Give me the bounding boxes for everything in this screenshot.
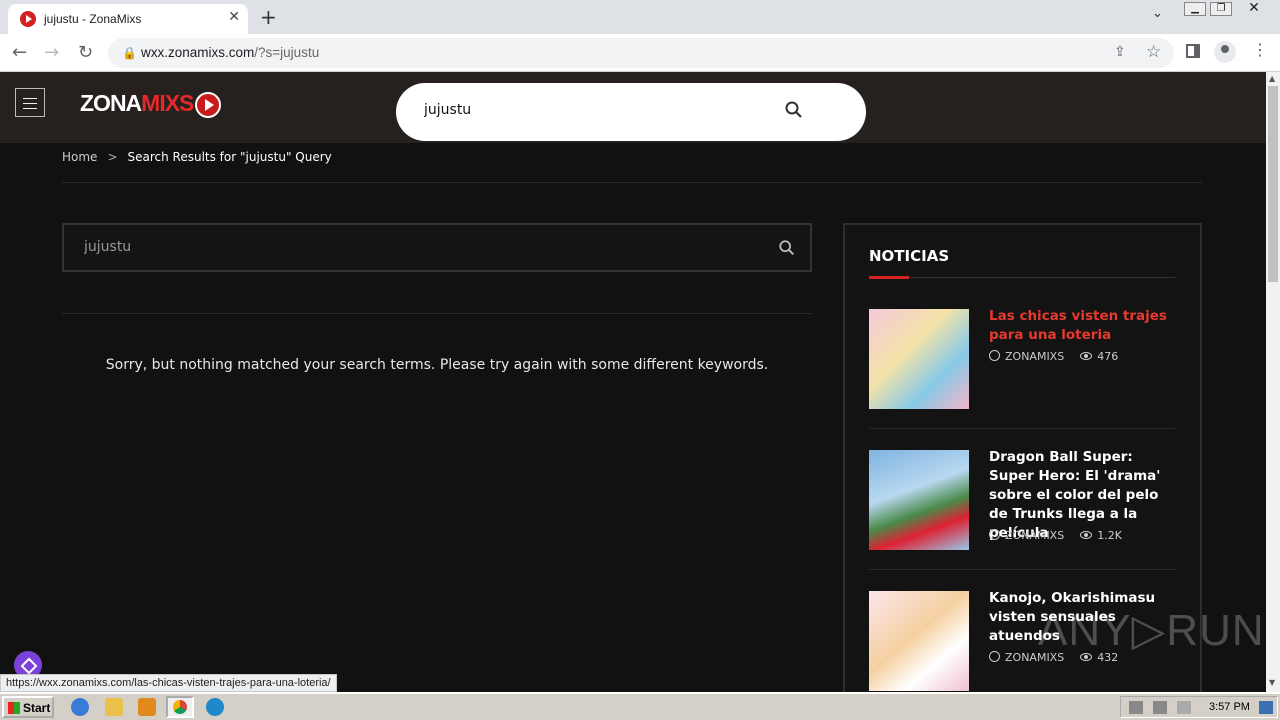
anyrun-watermark: ANY▷RUN xyxy=(1038,606,1265,655)
divider xyxy=(869,277,1175,278)
media-player-icon[interactable] xyxy=(138,698,156,716)
bookmark-star-icon[interactable]: ☆ xyxy=(1146,42,1161,62)
news-post: Dragon Ball Super: Super Hero: El 'drama… xyxy=(869,449,1175,570)
start-label: Start xyxy=(23,701,51,715)
post-thumbnail[interactable] xyxy=(869,309,969,409)
youtube-favicon-icon xyxy=(20,11,36,27)
browser-tab-strip: jujustu - ZonaMixs ✕ + ⌄ ▁ ❐ ✕ xyxy=(0,0,1280,34)
windows-flag-icon xyxy=(8,702,20,714)
taskbar: Start 3:57 PM xyxy=(0,692,1280,720)
breadcrumb-current: Search Results for "jujustu" Query xyxy=(127,150,332,164)
start-button[interactable]: Start xyxy=(2,696,54,718)
tab-search-chevron-icon[interactable]: ⌄ xyxy=(1152,6,1163,21)
eye-icon xyxy=(1080,352,1093,360)
logo-text-accent: MIXS xyxy=(141,90,194,116)
reload-icon[interactable]: ↻ xyxy=(78,42,93,63)
no-results-message: Sorry, but nothing matched your search t… xyxy=(105,357,769,373)
tab-close-icon[interactable]: ✕ xyxy=(228,9,240,25)
link-preview-status: https://wxx.zonamixs.com/las-chicas-vist… xyxy=(0,674,337,692)
user-icon xyxy=(989,651,1000,662)
news-post: Las chicas visten trajes para una loteri… xyxy=(869,307,1175,429)
show-desktop-icon[interactable] xyxy=(1259,701,1273,714)
user-icon xyxy=(989,350,1000,361)
network-icon[interactable] xyxy=(1153,701,1167,714)
divider xyxy=(62,313,812,314)
post-views: 1.2K xyxy=(1097,529,1122,542)
lock-icon[interactable]: 🔒 xyxy=(122,46,137,60)
page-scrollbar[interactable]: ▲ ▼ xyxy=(1266,72,1280,692)
edge-icon[interactable] xyxy=(206,698,224,716)
browser-toolbar: ← → ↻ 🔒 wxx.zonamixs.com/?s=jujustu ⇪ ☆ … xyxy=(0,34,1280,72)
breadcrumb-home-link[interactable]: Home xyxy=(62,150,97,164)
hamburger-menu-icon[interactable] xyxy=(15,88,45,117)
file-explorer-icon[interactable] xyxy=(105,698,123,716)
browser-tab[interactable]: jujustu - ZonaMixs ✕ xyxy=(8,4,248,34)
divider xyxy=(62,182,1202,183)
header-search-box xyxy=(396,83,866,141)
site-header: ZONAMIXS xyxy=(0,72,1266,143)
profile-avatar-icon[interactable] xyxy=(1214,41,1236,63)
logo-play-icon xyxy=(195,91,222,118)
url-text[interactable]: wxx.zonamixs.com/?s=jujustu xyxy=(141,45,319,60)
post-thumbnail[interactable] xyxy=(869,450,969,550)
user-icon xyxy=(989,529,1000,540)
post-meta: ZONAMIXS 1.2K xyxy=(989,529,1122,542)
search-icon[interactable] xyxy=(778,239,796,257)
search-icon[interactable] xyxy=(784,100,804,120)
divider xyxy=(869,428,1175,429)
clock[interactable]: 3:57 PM xyxy=(1209,701,1250,713)
internet-explorer-icon[interactable] xyxy=(71,698,89,716)
action-center-flag-icon[interactable] xyxy=(1177,701,1191,714)
forward-arrow-icon[interactable]: → xyxy=(44,42,59,63)
site-logo[interactable]: ZONAMIXS xyxy=(80,90,222,118)
post-meta: ZONAMIXS 476 xyxy=(989,350,1118,363)
tab-title: jujustu - ZonaMixs xyxy=(44,12,142,26)
post-author[interactable]: ZONAMIXS xyxy=(1005,529,1064,542)
side-panel-icon[interactable] xyxy=(1186,44,1200,58)
breadcrumb: Home > Search Results for "jujustu" Query xyxy=(62,150,332,164)
scroll-up-arrow-icon[interactable]: ▲ xyxy=(1269,74,1275,83)
eye-icon xyxy=(1080,531,1093,539)
logo-text-main: ZONA xyxy=(80,90,142,116)
title-accent-bar xyxy=(869,276,909,279)
address-bar[interactable]: 🔒 wxx.zonamixs.com/?s=jujustu ⇪ ☆ xyxy=(108,38,1174,68)
widget-title: NOTICIAS xyxy=(869,247,950,265)
url-path: /?s=jujustu xyxy=(254,45,320,60)
browser-menu-icon[interactable]: ⋮ xyxy=(1252,40,1268,59)
back-arrow-icon[interactable]: ← xyxy=(12,42,27,63)
url-host: wxx.zonamixs.com xyxy=(141,45,255,60)
system-tray: 3:57 PM xyxy=(1120,696,1278,718)
window-close-button[interactable]: ✕ xyxy=(1243,1,1265,16)
post-thumbnail[interactable] xyxy=(869,591,969,691)
share-icon[interactable]: ⇪ xyxy=(1114,44,1126,60)
post-author[interactable]: ZONAMIXS xyxy=(1005,350,1064,363)
breadcrumb-separator: > xyxy=(107,150,118,164)
new-tab-button[interactable]: + xyxy=(260,5,277,29)
window-minimize-button[interactable]: ▁ xyxy=(1184,2,1206,16)
web-page: ZONAMIXS Home > Search Results for "jujust… xyxy=(0,72,1266,692)
header-search-input[interactable] xyxy=(424,102,764,118)
divider xyxy=(869,569,1175,570)
scrollbar-thumb[interactable] xyxy=(1268,86,1278,282)
chrome-icon[interactable] xyxy=(166,696,194,718)
speaker-icon[interactable] xyxy=(1129,701,1143,714)
search-input[interactable] xyxy=(84,239,744,255)
search-form xyxy=(62,223,812,272)
post-views: 476 xyxy=(1097,350,1119,363)
scroll-down-arrow-icon[interactable]: ▼ xyxy=(1269,678,1275,687)
window-restore-button[interactable]: ❐ xyxy=(1210,2,1232,16)
post-title-link[interactable]: Las chicas visten trajes para una loteri… xyxy=(989,307,1175,345)
